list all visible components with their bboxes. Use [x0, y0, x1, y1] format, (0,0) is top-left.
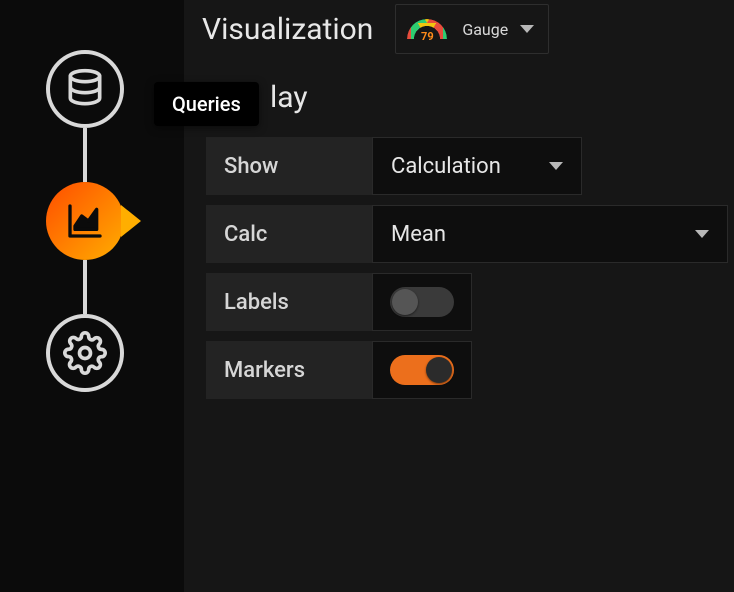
- row-markers: Markers: [206, 341, 728, 399]
- toggle-cell-markers: [372, 341, 472, 399]
- visualization-picker-value: Gauge: [462, 20, 508, 39]
- visualization-title: Visualization: [202, 12, 373, 47]
- toggle-knob-icon: [426, 357, 452, 383]
- label-show: Show: [206, 137, 372, 195]
- toggle-labels[interactable]: [390, 287, 454, 317]
- step-general-settings[interactable]: [46, 314, 124, 392]
- row-calc: Calc Mean: [206, 205, 728, 263]
- toggle-knob-icon: [392, 289, 418, 315]
- chevron-down-icon: [695, 230, 709, 238]
- gauge-thumb-value: 79: [404, 30, 450, 43]
- toggle-cell-labels: [372, 273, 472, 331]
- gauge-thumb-icon: 79: [404, 11, 450, 47]
- chevron-down-icon: [520, 25, 534, 33]
- label-markers: Markers: [206, 341, 372, 399]
- step-connector: [83, 260, 87, 314]
- section-display-title: lay: [184, 58, 734, 137]
- step-visualization[interactable]: [46, 182, 124, 260]
- row-labels: Labels: [206, 273, 728, 331]
- select-calc[interactable]: Mean: [372, 205, 728, 263]
- visualization-picker[interactable]: 79 Gauge: [395, 4, 549, 54]
- display-settings: Show Calculation Calc Mean Labels Marker…: [184, 137, 734, 399]
- chart-area-icon: [65, 201, 105, 241]
- tooltip-queries: Queries: [154, 82, 259, 126]
- label-calc: Calc: [206, 205, 372, 263]
- editor-steps-sidebar: [0, 0, 170, 592]
- editor-panel: Visualization 79 Gauge lay Show Calculat…: [184, 0, 734, 592]
- label-labels: Labels: [206, 273, 372, 331]
- gear-icon: [63, 331, 107, 375]
- step-queries[interactable]: [46, 50, 124, 128]
- visualization-header: Visualization 79 Gauge: [184, 0, 734, 58]
- row-show: Show Calculation: [206, 137, 728, 195]
- chevron-down-icon: [549, 162, 563, 170]
- select-calc-value: Mean: [391, 222, 446, 247]
- select-show[interactable]: Calculation: [372, 137, 582, 195]
- steps-stack: [46, 50, 124, 392]
- active-pointer-icon: [121, 205, 141, 237]
- database-icon: [63, 67, 107, 111]
- select-show-value: Calculation: [391, 154, 501, 179]
- toggle-markers[interactable]: [390, 355, 454, 385]
- step-connector: [83, 128, 87, 182]
